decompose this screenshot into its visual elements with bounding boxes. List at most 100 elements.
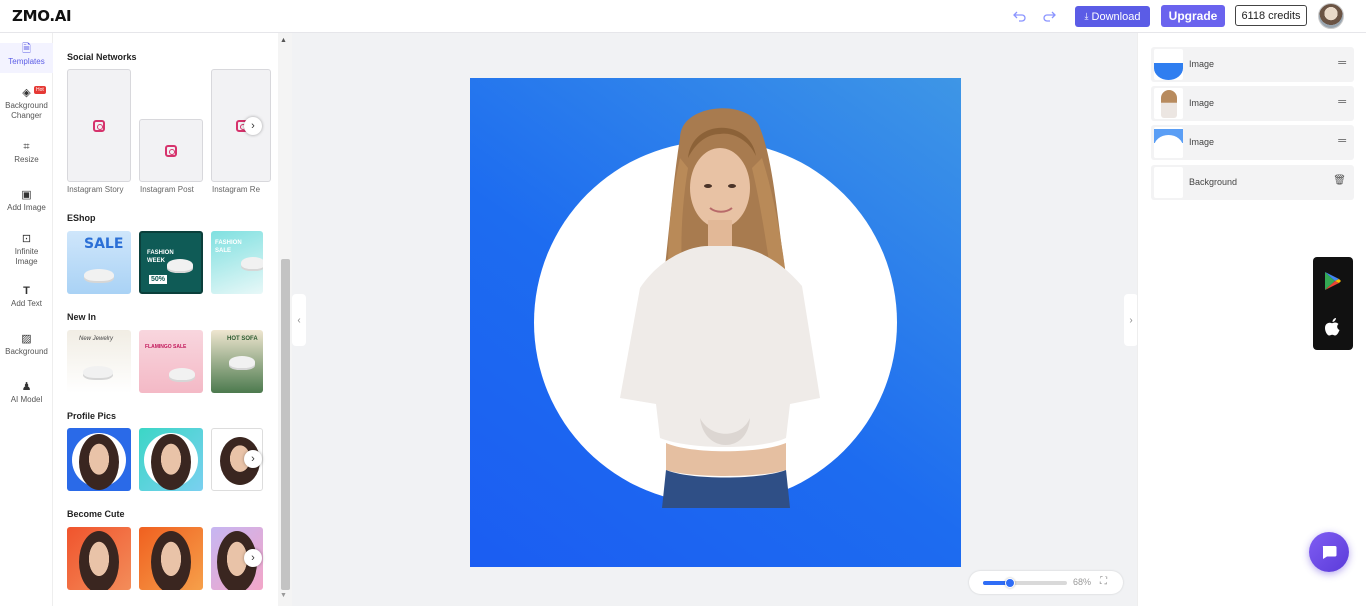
- scroll-up-arrow-icon[interactable]: ▲: [280, 37, 287, 44]
- scroll-down-arrow-icon[interactable]: ▼: [280, 592, 287, 599]
- drag-handle-icon[interactable]: ═: [1338, 135, 1346, 147]
- rail-item-background-changer[interactable]: ◈ Hot Background Changer: [0, 86, 53, 125]
- chevron-right-icon: ›: [251, 120, 255, 132]
- template-instagram-post[interactable]: [139, 119, 203, 182]
- rail-item-add-image[interactable]: ▣ Add Image: [0, 189, 53, 215]
- panel-scrollbar-thumb[interactable]: [281, 259, 290, 590]
- layers-icon: ◈: [22, 87, 31, 99]
- template-new-in-sofa[interactable]: HOT SOFA: [211, 330, 263, 393]
- undo-button[interactable]: [1011, 8, 1029, 24]
- download-icon: ⤓: [1084, 11, 1089, 21]
- undo-icon: [1013, 11, 1026, 22]
- flamingo-text: FLAMINGO SALE: [145, 344, 187, 350]
- download-button[interactable]: ⤓ Download: [1075, 6, 1150, 27]
- rail-item-label: Templates: [8, 57, 45, 66]
- template-cute-red[interactable]: [67, 527, 131, 590]
- layer-thumbnail: [1154, 49, 1183, 80]
- rail-item-add-text[interactable]: T Add Text: [0, 285, 53, 311]
- chat-support-button[interactable]: [1309, 532, 1349, 572]
- background-icon: ▨: [21, 333, 32, 345]
- hat-image: [84, 269, 114, 281]
- template-caption: Instagram Post: [140, 185, 194, 194]
- collapse-right-panel-button[interactable]: ›: [1124, 294, 1138, 346]
- template-profile-blue[interactable]: [67, 428, 131, 491]
- template-eshop-fashion-week[interactable]: FASHION WEEK 50%: [139, 231, 203, 294]
- zoom-slider-handle[interactable]: [1004, 578, 1015, 588]
- template-profile-teal[interactable]: [139, 428, 203, 491]
- collapse-left-panel-button[interactable]: ‹: [292, 294, 306, 346]
- drag-handle-icon[interactable]: ═: [1338, 57, 1346, 69]
- apple-icon: [1325, 318, 1340, 336]
- hat-image: [169, 368, 195, 380]
- chevron-right-icon: ›: [251, 453, 255, 465]
- new-jewelry-text: New Jewelry: [79, 336, 114, 342]
- person-photo[interactable]: [580, 98, 852, 508]
- carousel-next-button[interactable]: ›: [244, 450, 262, 468]
- section-title: New In: [67, 312, 97, 322]
- carousel-next-button[interactable]: ›: [244, 117, 262, 135]
- portrait-image: [79, 531, 119, 590]
- rail-item-label: Infinite Image: [14, 247, 39, 266]
- rail-item-label: Background: [5, 347, 48, 356]
- rail-item-resize[interactable]: ⌗ Resize: [0, 141, 53, 167]
- rail-item-label: Background Changer: [5, 101, 48, 120]
- layer-item[interactable]: Image ═: [1151, 125, 1354, 160]
- text-icon: T: [23, 285, 30, 297]
- template-instagram-story[interactable]: [67, 69, 131, 182]
- zoom-slider[interactable]: [983, 578, 1067, 588]
- chevron-right-icon: ›: [251, 552, 255, 564]
- expand-image-icon: ⊡: [21, 233, 32, 245]
- portrait-image: [151, 531, 191, 590]
- template-instagram-reel[interactable]: [211, 69, 271, 182]
- fit-screen-icon[interactable]: ⛶: [1100, 576, 1107, 587]
- avatar[interactable]: [1318, 3, 1344, 29]
- redo-button[interactable]: [1040, 8, 1058, 24]
- layer-item[interactable]: Image ═: [1151, 47, 1354, 82]
- section-title: Social Networks: [67, 52, 137, 62]
- template-caption: Instagram Re: [212, 185, 261, 194]
- layer-label: Image: [1189, 137, 1215, 147]
- top-bar: ZMO.AI ⤓ Download Upgrade 6118 credits: [0, 0, 1366, 33]
- drag-handle-icon[interactable]: ═: [1338, 96, 1346, 108]
- portrait-image: [79, 434, 119, 490]
- hat-image: [167, 259, 193, 271]
- template-new-in-jewelry[interactable]: New Jewelry: [67, 330, 131, 393]
- person-icon: ♟: [21, 381, 32, 393]
- image-icon: ▣: [21, 189, 32, 201]
- google-play-button[interactable]: [1313, 261, 1353, 301]
- google-play-icon: [1325, 272, 1341, 290]
- hot-badge: Hot: [34, 86, 46, 94]
- zoom-control: 68% ⛶: [969, 571, 1123, 594]
- templates-panel: Social Networks Instagram Story Instagra…: [53, 33, 278, 606]
- crop-icon: ⌗: [23, 141, 30, 153]
- logo[interactable]: ZMO.AI: [12, 7, 72, 25]
- template-eshop-fashion-sale[interactable]: FASHION SALE: [211, 231, 263, 294]
- rail-item-ai-model[interactable]: ♟ AI Model: [0, 381, 53, 407]
- section-title: Profile Pics: [67, 411, 117, 421]
- trash-icon[interactable]: 🗑: [1333, 175, 1346, 186]
- credits-badge[interactable]: 6118 credits: [1235, 5, 1307, 26]
- template-icon: 🗎: [22, 43, 31, 55]
- layer-label: Background: [1189, 177, 1238, 187]
- section-title: EShop: [67, 213, 96, 223]
- rail-item-infinite-image[interactable]: ⊡ Infinite Image: [0, 233, 53, 269]
- layer-label: Image: [1189, 98, 1215, 108]
- template-cute-orange[interactable]: [139, 527, 203, 590]
- rail-item-background[interactable]: ▨ Background: [0, 333, 53, 359]
- fashion-sale-text: FASHION SALE: [215, 240, 242, 254]
- carousel-next-button[interactable]: ›: [244, 549, 262, 567]
- layer-thumbnail: [1154, 127, 1183, 158]
- app-store-button[interactable]: [1313, 307, 1353, 347]
- template-eshop-sale[interactable]: SALE: [67, 231, 131, 294]
- template-caption: Instagram Story: [67, 185, 124, 194]
- chevron-right-icon: ›: [1129, 314, 1133, 326]
- template-new-in-flamingo[interactable]: FLAMINGO SALE: [139, 330, 203, 393]
- layer-item[interactable]: Background 🗑: [1151, 165, 1354, 200]
- chevron-left-icon: ‹: [297, 314, 301, 326]
- rail-item-templates[interactable]: 🗎 Templates: [0, 43, 53, 73]
- download-label: Download: [1091, 10, 1141, 23]
- layer-item[interactable]: Image ═: [1151, 86, 1354, 121]
- rail-item-label: AI Model: [10, 395, 43, 404]
- design-canvas[interactable]: [470, 78, 961, 567]
- upgrade-button[interactable]: Upgrade: [1161, 5, 1225, 27]
